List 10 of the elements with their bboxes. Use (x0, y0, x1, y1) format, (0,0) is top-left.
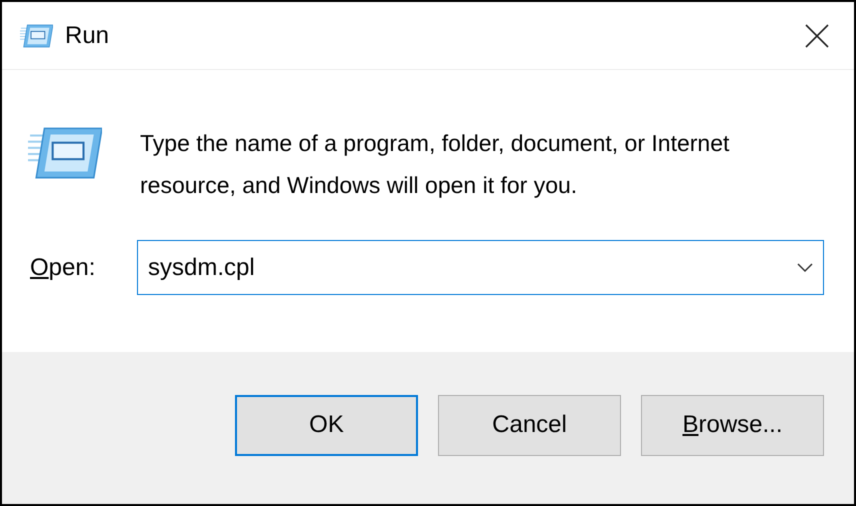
chevron-down-icon (797, 262, 813, 272)
run-icon (20, 24, 53, 48)
instruction-text: Type the name of a program, folder, document, or Internet resource, and Windows will open it for you. (140, 129, 730, 200)
run-icon (28, 126, 102, 180)
dialog-button[interactable]: Cancel (438, 394, 621, 456)
open-label: Open: (30, 252, 96, 282)
dialog-button[interactable]: OK (235, 394, 418, 456)
open-combobox[interactable]: sysdm.cpl (137, 240, 824, 295)
window-title: Run (65, 20, 110, 50)
dialog-button[interactable]: Browse... (641, 394, 824, 456)
